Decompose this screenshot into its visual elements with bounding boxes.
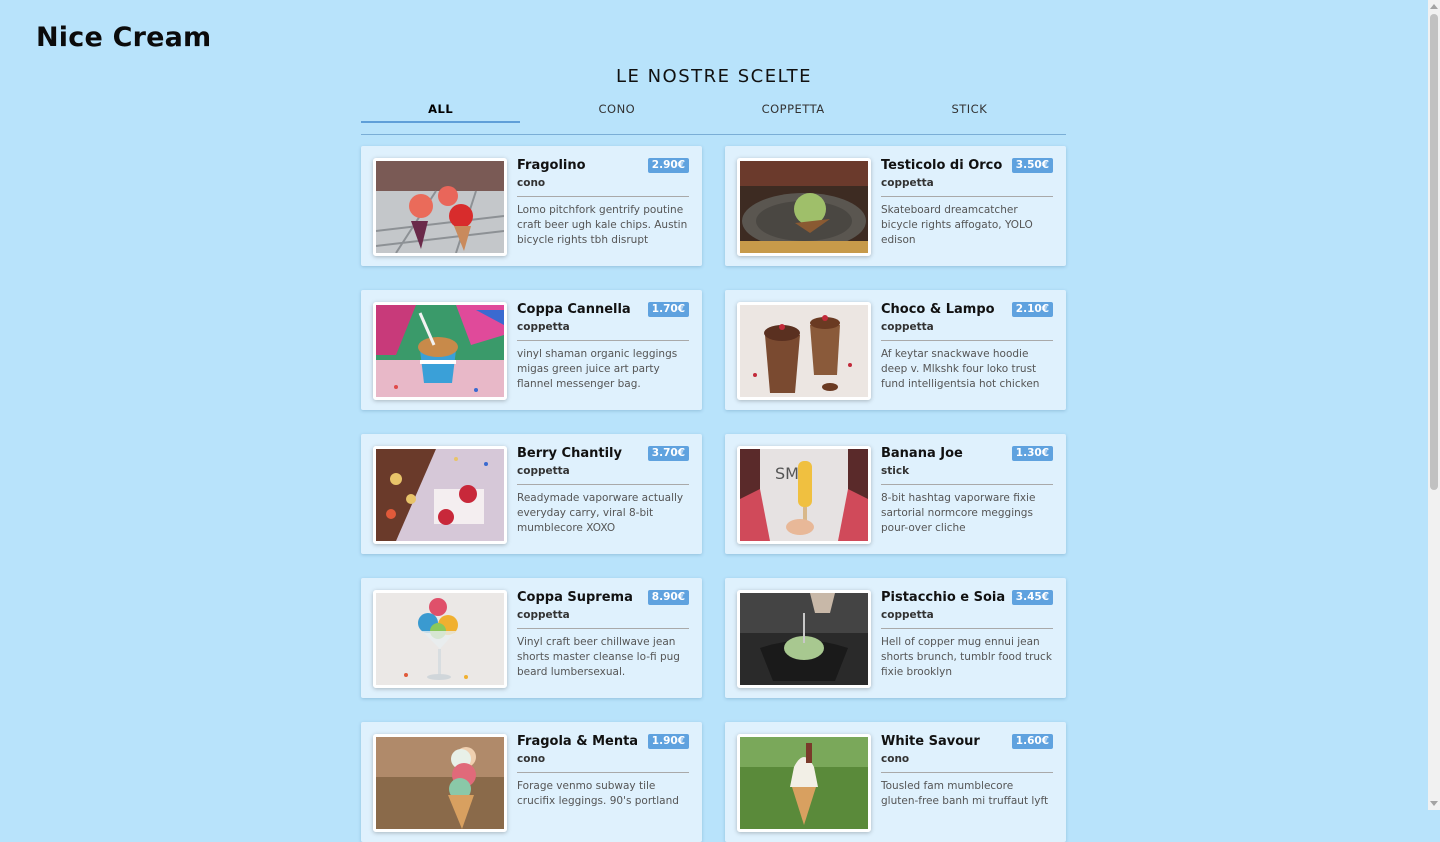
product-card[interactable]: Berry Chantily 3.70€ coppetta Readymade … [361,434,702,554]
divider [517,772,689,773]
tab-coppetta[interactable]: COPPETTA [714,98,873,121]
product-card[interactable]: Pistacchio e Soia 3.45€ coppetta Hell of… [725,578,1066,698]
price-badge: 2.10€ [1011,302,1053,317]
product-category: coppetta [517,609,570,621]
price-badge: 1.70€ [647,302,689,317]
product-card[interactable]: Testicolo di Orco 3.50€ coppetta Skatebo… [725,146,1066,266]
product-description: Tousled fam mumblecore gluten-free banh … [881,780,1049,807]
price-badge: 3.45€ [1011,590,1053,605]
product-description: 8-bit hashtag vaporware fixie sartorial … [881,492,1036,534]
product-description: Skateboard dreamcatcher bicycle rights a… [881,204,1033,246]
product-category: cono [517,753,546,765]
product-image [373,446,507,544]
product-card[interactable]: Choco & Lampo 2.10€ coppetta Af keytar s… [725,290,1066,410]
price-badge: 2.90€ [647,158,689,173]
product-card[interactable]: SMI Banana Joe 1.30€ stick 8-bit hashtag… [725,434,1066,554]
product-category: coppetta [881,609,934,621]
brand-logo[interactable]: Nice Cream [36,22,211,53]
product-card[interactable]: Coppa Cannella 1.70€ coppetta vinyl sham… [361,290,702,410]
section-title: Le nostre scelte [615,66,813,87]
product-description: Af keytar snackwave hoodie deep v. Mlksh… [881,348,1040,390]
product-category: coppetta [517,465,570,477]
category-tabs: ALL CONO COPPETTA STICK [361,98,1066,135]
scrollbar-thumb[interactable] [1430,14,1438,490]
divider [881,484,1053,485]
price-badge: 3.70€ [647,446,689,461]
product-card[interactable]: Fragolino 2.90€ cono Lomo pitchfork gent… [361,146,702,266]
divider [881,772,1053,773]
divider [881,196,1053,197]
divider [517,484,689,485]
divider [517,628,689,629]
product-description: Lomo pitchfork gentrify poutine craft be… [517,204,688,246]
product-category: coppetta [881,177,934,189]
product-image [737,158,871,256]
product-card[interactable]: White Savour 1.60€ cono Tousled fam mumb… [725,722,1066,842]
product-image [373,734,507,832]
product-image [737,302,871,400]
tab-all[interactable]: ALL [361,98,521,123]
price-badge: 1.90€ [647,734,689,749]
product-description: vinyl shaman organic leggings migas gree… [517,348,678,390]
price-badge: 8.90€ [647,590,689,605]
product-description: Vinyl craft beer chillwave jean shorts m… [517,636,680,678]
divider [881,340,1053,341]
product-category: coppetta [517,321,570,333]
scroll-down-arrow-icon[interactable] [1430,801,1438,806]
vertical-scrollbar[interactable] [1428,0,1440,810]
product-category: cono [517,177,546,189]
price-badge: 3.50€ [1011,158,1053,173]
product-description: Hell of copper mug ennui jean shorts bru… [881,636,1052,678]
tab-stick[interactable]: STICK [890,98,1049,121]
product-card[interactable]: Fragola & Menta 1.90€ cono Forage venmo … [361,722,702,842]
scroll-up-arrow-icon[interactable] [1430,4,1438,9]
product-image: SMI [737,446,871,544]
divider [881,628,1053,629]
divider [517,196,689,197]
divider [517,340,689,341]
price-badge: 1.60€ [1011,734,1053,749]
product-category: cono [881,753,910,765]
product-description: Readymade vaporware actually everyday ca… [517,492,684,534]
product-image [737,590,871,688]
product-image [373,302,507,400]
product-description: Forage venmo subway tile crucifix leggin… [517,780,679,807]
product-category: stick [881,465,910,477]
product-image [373,590,507,688]
product-card[interactable]: Coppa Suprema 8.90€ coppetta Vinyl craft… [361,578,702,698]
product-grid: Fragolino 2.90€ cono Lomo pitchfork gent… [361,146,1066,842]
price-badge: 1.30€ [1011,446,1053,461]
product-image [737,734,871,832]
product-image [373,158,507,256]
tab-cono[interactable]: CONO [537,98,696,121]
product-category: coppetta [881,321,934,333]
